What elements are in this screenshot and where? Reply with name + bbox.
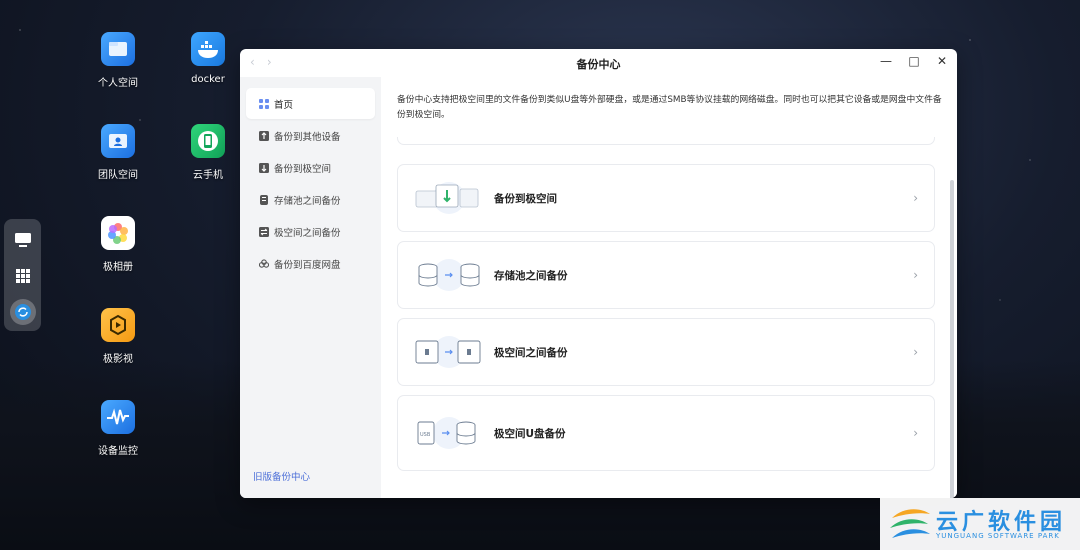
desktop-icon-label: 个人空间 <box>98 78 138 89</box>
watermark-subtext: YUNGUANG SOFTWARE PARK <box>936 532 1060 540</box>
desktop-icon-label: 设备监控 <box>98 446 138 457</box>
backup-center-window: ‹ › 备份中心 — □ ✕ 首页 备份到其他设备 备份到极空间 存储池之间备份… <box>240 49 957 498</box>
desktop-icon-label: docker <box>191 74 225 85</box>
scrollbar[interactable] <box>950 180 954 498</box>
window-titlebar[interactable]: ‹ › 备份中心 — □ ✕ <box>240 49 957 78</box>
device-to-device-icon <box>414 327 484 377</box>
watermark: 云广软件园 YUNGUANG SOFTWARE PARK <box>880 498 1080 550</box>
home-grid-icon <box>259 98 269 109</box>
desktop-icon[interactable] <box>10 227 36 253</box>
close-icon[interactable]: ✕ <box>935 54 949 68</box>
desktop-icon-team-space[interactable]: 团队空间 <box>83 124 153 181</box>
sidebar-item-baidu[interactable]: 备份到百度网盘 <box>246 248 375 279</box>
card-title: 极空间U盘备份 <box>494 427 566 440</box>
card-usb-backup[interactable]: USB 极空间U盘备份 › <box>397 395 935 471</box>
team-space-icon <box>101 124 135 158</box>
side-dock <box>4 219 41 331</box>
sidebar-item-label: 备份到极空间 <box>274 163 332 175</box>
sidebar: 首页 备份到其他设备 备份到极空间 存储池之间备份 极空间之间备份 备份到百度网… <box>240 77 381 498</box>
storage-icon <box>259 194 269 205</box>
sidebar-item-home[interactable]: 首页 <box>246 88 375 119</box>
description-text: 备份中心支持把极空间里的文件备份到类似U盘等外部硬盘，或是通过SMB等协议挂载的… <box>397 95 942 120</box>
disk-to-disk-icon <box>414 250 484 300</box>
sidebar-item-label: 极空间之间备份 <box>274 227 341 239</box>
desktop-icon-photo-album[interactable]: 极相册 <box>83 216 153 273</box>
download-icon <box>259 162 269 173</box>
desktop-icon-label: 团队空间 <box>98 170 138 181</box>
sidebar-item-label: 存储池之间备份 <box>274 195 341 207</box>
desktop-icon-docker[interactable]: docker <box>173 32 243 85</box>
apps-grid-icon[interactable] <box>10 263 36 289</box>
card-between-zspace[interactable]: 极空间之间备份 › <box>397 318 935 386</box>
card-partial[interactable] <box>397 137 935 145</box>
photo-album-icon <box>101 216 135 250</box>
folder-to-device-icon <box>414 173 484 223</box>
desktop-icon-cloud-phone[interactable]: 云手机 <box>173 124 243 181</box>
chevron-right-icon: › <box>913 345 918 359</box>
sidebar-item-label: 备份到百度网盘 <box>274 259 341 271</box>
sidebar-item-storage-pool[interactable]: 存储池之间备份 <box>246 184 375 215</box>
swap-icon <box>259 226 269 237</box>
device-monitor-icon <box>101 400 135 434</box>
window-controls: — □ ✕ <box>879 54 949 68</box>
card-backup-to-zspace[interactable]: 备份到极空间 › <box>397 164 935 232</box>
video-icon <box>101 308 135 342</box>
sidebar-item-between-zspace[interactable]: 极空间之间备份 <box>246 216 375 247</box>
card-title: 存储池之间备份 <box>494 269 568 282</box>
window-title: 备份中心 <box>576 58 621 71</box>
sidebar-item-backup-to-other[interactable]: 备份到其他设备 <box>246 120 375 151</box>
card-title: 极空间之间备份 <box>494 346 568 359</box>
maximize-icon[interactable]: □ <box>907 54 921 68</box>
minimize-icon[interactable]: — <box>879 54 893 68</box>
sidebar-item-label: 首页 <box>274 99 294 111</box>
sidebar-item-label: 备份到其他设备 <box>274 131 341 143</box>
docker-icon <box>191 32 225 66</box>
desktop-icon-label: 极相册 <box>103 262 133 273</box>
card-title: 备份到极空间 <box>494 192 557 205</box>
desktop-icon-label: 云手机 <box>193 170 223 181</box>
watermark-logo-icon <box>890 509 930 538</box>
old-backup-center-link[interactable]: 旧版备份中心 <box>253 469 310 483</box>
chevron-right-icon: › <box>913 426 918 440</box>
chevron-right-icon: › <box>913 191 918 205</box>
cloud-icon <box>259 258 269 269</box>
card-storage-pool[interactable]: 存储池之间备份 › <box>397 241 935 309</box>
desktop-icon-device-monitor[interactable]: 设备监控 <box>83 400 153 457</box>
card-list[interactable]: 备份到极空间 › 存储池之间备份 › 极空间之间备份 › USB 极空间U盘备份… <box>397 137 936 498</box>
desktop-icon-personal-space[interactable]: 个人空间 <box>83 32 153 89</box>
usb-to-disk-icon: USB <box>414 408 484 458</box>
cloud-phone-icon <box>191 124 225 158</box>
upload-icon <box>259 130 269 141</box>
usb-label: USB <box>420 432 431 438</box>
desktop-icon-label: 极影视 <box>103 354 133 365</box>
chevron-right-icon: › <box>913 268 918 282</box>
main-content: 备份中心支持把极空间里的文件备份到类似U盘等外部硬盘，或是通过SMB等协议挂载的… <box>381 77 957 498</box>
desktop-icon-video[interactable]: 极影视 <box>83 308 153 365</box>
sidebar-item-backup-to-zspace[interactable]: 备份到极空间 <box>246 152 375 183</box>
personal-space-icon <box>101 32 135 66</box>
backup-sync-icon[interactable] <box>9 299 36 325</box>
